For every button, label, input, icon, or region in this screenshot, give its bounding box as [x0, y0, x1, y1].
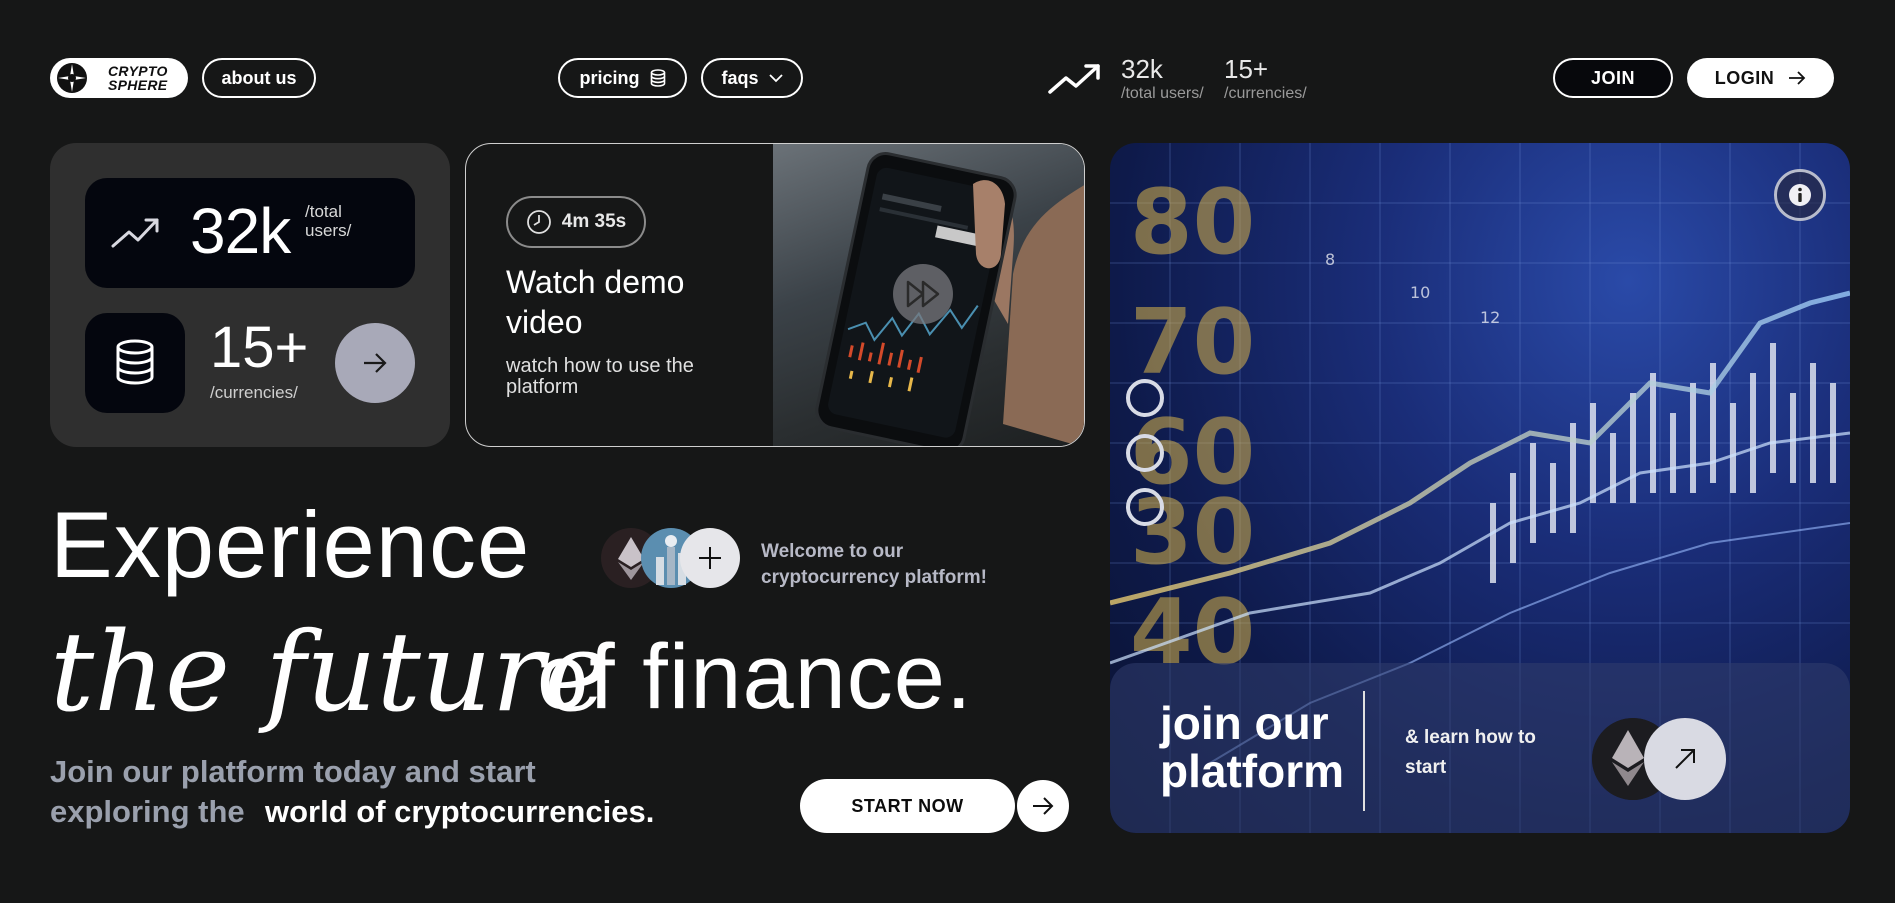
market-image-card: 80 70 60 30 40 8 10 12 join our platform…: [1110, 143, 1850, 833]
hero-line-1: Experience: [50, 492, 531, 597]
start-now-button[interactable]: START NOW: [800, 779, 1015, 833]
header-stat-users-value: 32k: [1121, 54, 1163, 84]
svg-text:80: 80: [1130, 170, 1255, 275]
total-users-label-line1: /total: [305, 202, 342, 221]
header-stat-users-label: /total users/: [1121, 85, 1204, 102]
nav-about-label: about us: [221, 67, 297, 88]
clock-icon: [526, 210, 551, 234]
coins-icon: [116, 339, 154, 385]
trend-up-icon: [1048, 64, 1100, 94]
svg-text:8: 8: [1325, 250, 1335, 269]
total-users-box: 32k /total users/: [85, 178, 415, 288]
start-now-label: START NOW: [851, 795, 964, 816]
carousel-dot-3[interactable]: [1126, 488, 1164, 526]
join-platform-subtitle: & learn how to start: [1405, 727, 1536, 778]
trend-up-icon: [111, 218, 159, 248]
nav-faqs[interactable]: faqs: [701, 58, 803, 98]
currencies-arrow-button[interactable]: [335, 323, 415, 403]
arrow-up-right-icon: [1675, 749, 1695, 769]
video-subtitle: watch how to use the platform: [506, 355, 694, 398]
total-users-value: 32k: [190, 195, 291, 267]
logo-text-line2: SPHERE: [108, 77, 168, 93]
arrow-right-icon: [1789, 71, 1806, 85]
hero-subtitle-emphasis: world of cryptocurrencies.: [265, 794, 655, 829]
nav-about-us[interactable]: about us: [202, 58, 316, 98]
hero-line-2-rest: of finance.: [537, 626, 973, 728]
currencies-value: 15+: [210, 315, 309, 380]
avatar-stack: [600, 527, 740, 589]
nav-pricing[interactable]: pricing: [558, 58, 687, 98]
join-button-label: JOIN: [1590, 67, 1635, 88]
header-stat-currencies-value: 15+: [1224, 54, 1269, 84]
stats-card: 32k /total users/ 15+ /currencies/: [50, 143, 450, 447]
video-duration-badge: 4m 35s: [506, 196, 646, 248]
start-now-arrow-button[interactable]: [1015, 778, 1071, 834]
currencies-label: /currencies/: [210, 383, 298, 402]
carousel-dot-1[interactable]: [1126, 379, 1164, 417]
add-avatar-button[interactable]: [680, 528, 740, 588]
join-button[interactable]: JOIN: [1553, 58, 1673, 98]
total-users-label: /total users/: [305, 202, 351, 240]
arrow-right-icon: [1033, 797, 1054, 815]
logo[interactable]: CRYPTO SPHERE: [50, 58, 188, 98]
svg-text:10: 10: [1410, 283, 1430, 302]
logo-mark-icon: [57, 63, 87, 93]
header-stat-users: 32k /total users/: [1121, 54, 1204, 103]
join-panel-divider: [1363, 691, 1365, 811]
info-icon: [1789, 184, 1811, 206]
plus-icon: [699, 547, 721, 569]
header-stat-currencies-label: /currencies/: [1224, 85, 1307, 102]
login-button-label: LOGIN: [1714, 67, 1775, 88]
login-button[interactable]: LOGIN: [1687, 58, 1834, 98]
header-stat-currencies: 15+ /currencies/: [1224, 54, 1307, 103]
total-users-label-line2: users/: [305, 221, 352, 240]
chevron-down-icon: [768, 74, 783, 83]
carousel-dot-2[interactable]: [1126, 434, 1164, 472]
coins-box: [85, 313, 185, 413]
logo-text: CRYPTO SPHERE: [108, 64, 168, 92]
phone-thumbnail-image: [815, 152, 1084, 446]
video-duration-text: 4m 35s: [561, 211, 627, 232]
nav-faqs-label: faqs: [721, 67, 759, 88]
coins-icon: [650, 69, 665, 87]
demo-video-card[interactable]: 4m 35s Watch demo video watch how to use…: [465, 143, 1085, 447]
welcome-text: Welcome to our cryptocurrency platform!: [761, 541, 987, 588]
join-platform-panel: join our platform & learn how to start: [1110, 663, 1850, 833]
video-title: Watch demo video: [506, 264, 685, 340]
info-button[interactable]: [1774, 169, 1826, 221]
video-thumbnail[interactable]: [773, 144, 1084, 446]
join-platform-title: join our platform: [1160, 697, 1344, 797]
arrow-right-icon: [364, 353, 387, 373]
hero-line-2-italic: the future: [50, 608, 610, 736]
svg-text:12: 12: [1480, 308, 1500, 327]
logo-text-line1: CRYPTO: [108, 63, 168, 79]
nav-pricing-label: pricing: [579, 67, 640, 88]
join-platform-arrow-button[interactable]: [1644, 718, 1726, 800]
